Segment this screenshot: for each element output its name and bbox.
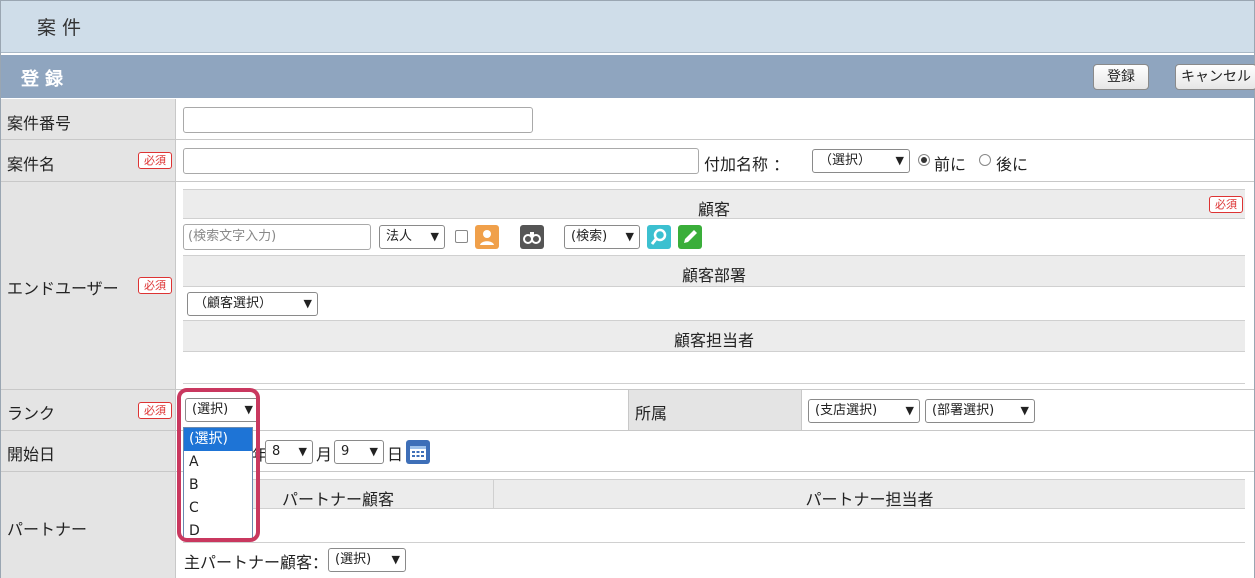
customer-header: 顧客 必須 <box>183 189 1245 219</box>
customer-contact-area <box>183 352 1245 384</box>
affiliation-label: 所属 <box>635 404 668 423</box>
chevron-down-icon: ▼ <box>303 297 312 310</box>
search-mode-select[interactable]: (検索) ▼ <box>564 225 640 249</box>
suffix-name-label: 付加名称 ： <box>704 155 790 174</box>
edit-icon[interactable] <box>678 225 702 249</box>
main-partner-select[interactable]: (選択) ▼ <box>328 548 406 572</box>
partner-row-label: パートナー <box>1 472 176 578</box>
chevron-down-icon: ▼ <box>391 553 400 566</box>
person-icon[interactable] <box>475 225 499 249</box>
section-header: 登録 登録 キャンセル <box>1 55 1255 98</box>
month-select-value: 8 <box>272 444 281 459</box>
required-badge: 必須 <box>138 277 172 294</box>
customer-contact-header: 顧客担当者 <box>183 320 1245 352</box>
required-badge: 必須 <box>1209 196 1243 213</box>
customer-dept-header: 顧客部署 <box>183 255 1245 287</box>
chevron-down-icon: ▼ <box>1020 404 1029 417</box>
department-select-value: (部署選択) <box>932 403 995 418</box>
chevron-down-icon: ▼ <box>298 445 307 458</box>
affiliation-label-cell: 所属 <box>628 390 802 430</box>
customer-search-input[interactable]: (検索文字入力) <box>183 224 371 250</box>
month-select[interactable]: 8 ▼ <box>265 440 313 464</box>
customer-dept-select[interactable]: （顧客選択） ▼ <box>187 292 318 316</box>
highlight-frame <box>177 388 260 542</box>
required-badge: 必須 <box>138 152 172 169</box>
chevron-down-icon: ▼ <box>625 230 634 243</box>
suffix-name-select-value: （選択） <box>819 153 872 168</box>
corp-type-select[interactable]: 法人 ▼ <box>379 225 445 249</box>
search-icon[interactable] <box>647 225 671 249</box>
radio-after[interactable] <box>979 154 991 166</box>
cancel-button[interactable]: キャンセル <box>1175 64 1255 90</box>
customer-dept-header-label: 顧客部署 <box>681 266 746 285</box>
customer-contact-header-label: 顧客担当者 <box>673 331 754 350</box>
partner-label: パートナー <box>7 520 88 539</box>
day-select[interactable]: 9 ▼ <box>334 440 384 464</box>
case-name-input[interactable] <box>183 148 699 174</box>
rank-label: ランク <box>7 404 56 423</box>
page-title: 案件 <box>37 17 88 39</box>
day-suffix: 日 <box>387 445 404 464</box>
title-bar: 案件 <box>1 1 1254 53</box>
end-user-row-label: エンドユーザー 必須 <box>1 182 176 390</box>
partner-contact-header: パートナー担当者 <box>494 479 1245 509</box>
partner-contact-header-label: パートナー担当者 <box>805 490 934 509</box>
chevron-down-icon: ▼ <box>905 404 914 417</box>
start-date-row-label: 開始日 <box>1 431 176 472</box>
binoculars-icon[interactable] <box>520 225 544 249</box>
case-name-label: 案件名 <box>7 155 56 174</box>
main-partner-label: 主パートナー顧客： <box>184 553 329 572</box>
partner-list-area <box>183 509 1245 543</box>
chevron-down-icon: ▼ <box>369 445 378 458</box>
chevron-down-icon: ▼ <box>430 230 439 243</box>
department-select[interactable]: (部署選択) ▼ <box>925 399 1035 423</box>
end-user-label: エンドユーザー <box>7 279 119 298</box>
rank-row-label: ランク 必須 <box>1 390 176 431</box>
radio-after-label: 後に <box>996 155 1029 174</box>
customer-header-label: 顧客 <box>697 200 730 219</box>
main-partner-select-value: (選択) <box>335 552 372 567</box>
case-number-row <box>176 99 1254 140</box>
calendar-icon[interactable] <box>406 440 430 464</box>
branch-select[interactable]: (支店選択) ▼ <box>808 399 920 423</box>
chevron-down-icon: ▼ <box>895 154 904 167</box>
case-number-label: 案件番号 <box>7 114 72 133</box>
start-date-label: 開始日 <box>7 445 56 464</box>
radio-before[interactable] <box>918 154 930 166</box>
partner-row: パートナー顧客 パートナー担当者 主パートナー顧客： (選択) ▼ <box>176 472 1254 578</box>
case-number-row-label: 案件番号 <box>1 99 176 140</box>
rank-row: (選択) ▼ 所属 (支店選択) ▼ (部署選択) ▼ <box>176 390 1254 431</box>
required-badge: 必須 <box>138 402 172 419</box>
case-name-row: 付加名称 ： （選択） ▼ 前に 後に <box>176 140 1254 182</box>
day-select-value: 9 <box>341 444 350 459</box>
suffix-name-select[interactable]: （選択） ▼ <box>812 149 910 173</box>
case-number-input[interactable] <box>183 107 533 133</box>
search-mode-select-value: (検索) <box>571 229 608 244</box>
customer-dept-select-value: （顧客選択） <box>194 296 273 311</box>
end-user-row: 顧客 必須 (検索文字入力) 法人 ▼ (検索) ▼ 顧客部署 （顧客選択） ▼ 顧客… <box>176 182 1254 390</box>
month-suffix: 月 <box>316 445 333 464</box>
customer-checkbox[interactable] <box>455 230 468 243</box>
start-date-row: 年 8 ▼ 月 9 ▼ 日 <box>176 431 1254 472</box>
register-button[interactable]: 登録 <box>1093 64 1149 90</box>
branch-select-value: (支店選択) <box>815 403 878 418</box>
radio-before-label: 前に <box>934 155 967 174</box>
case-name-row-label: 案件名 必須 <box>1 140 176 182</box>
corp-type-select-value: 法人 <box>386 229 413 244</box>
section-title: 登録 <box>21 69 69 90</box>
